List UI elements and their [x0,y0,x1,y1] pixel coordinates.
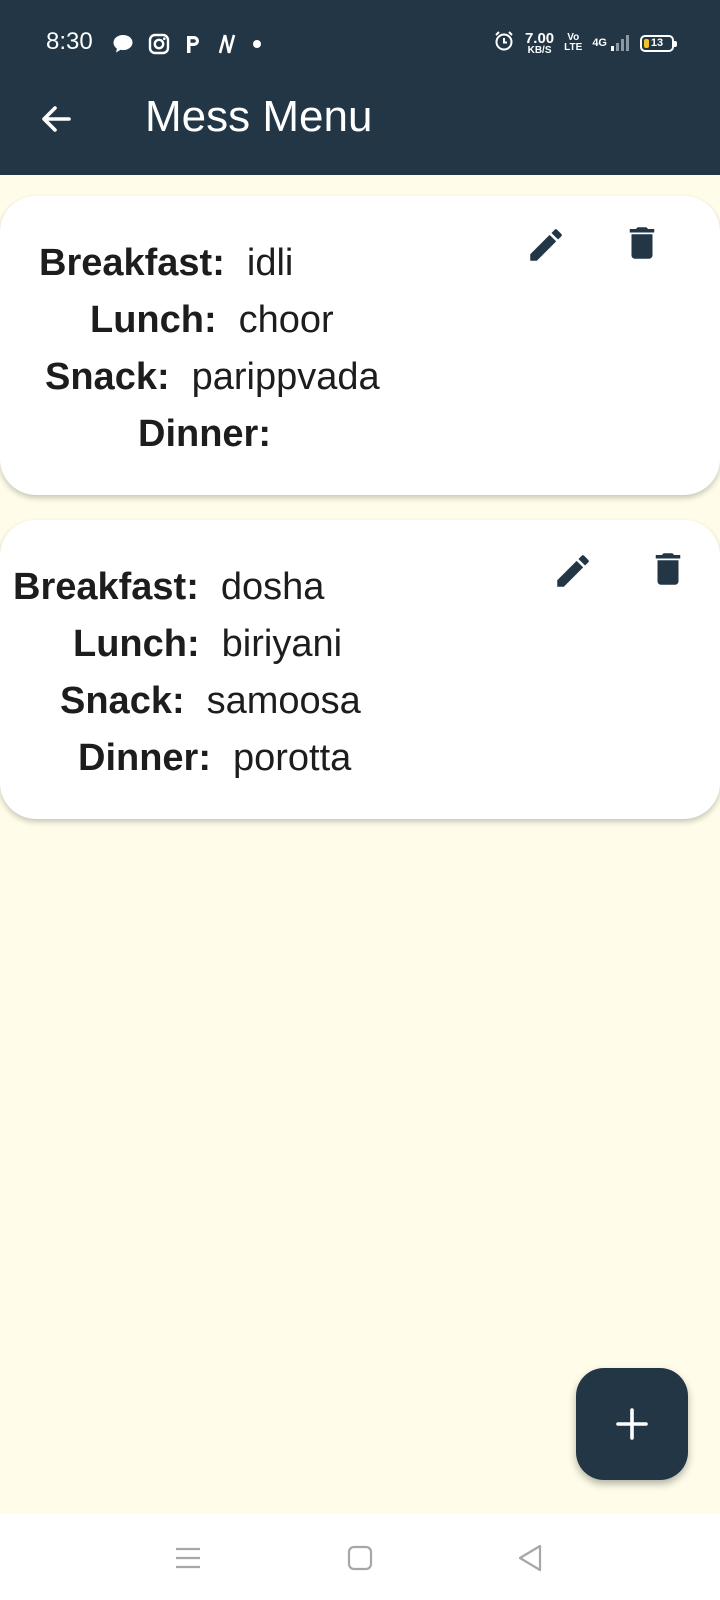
dinner-row: Dinner: [138,413,271,455]
add-menu-button[interactable] [576,1368,688,1480]
home-button[interactable] [336,1534,384,1582]
lunch-row: Lunch: biriyani [73,623,343,665]
system-back-button[interactable] [506,1534,554,1582]
signal-icon: 4G [592,34,630,52]
breakfast-value: idli [246,242,294,284]
p-app-icon [184,33,202,55]
lunch-value: biriyani [221,623,343,665]
instagram-icon [148,33,170,55]
plus-icon [616,1408,648,1440]
breakfast-row: Breakfast: idli [39,242,294,284]
menu-card: Breakfast: idli Lunch: choor Snack: parippv… [0,196,720,495]
dinner-row: Dinner: porotta [78,737,352,779]
status-bar: 8:30 7.00 KB/S Vo LTE 4G 13 [0,0,720,88]
trash-icon [629,227,655,259]
volte-indicator: Vo LTE [564,32,583,53]
delete-button[interactable] [617,218,667,268]
n-app-icon [216,33,238,55]
trash-icon [655,553,681,585]
menu-card: Breakfast: dosha Lunch: biriyani Snack: sam… [0,520,720,819]
breakfast-value: dosha [220,566,325,608]
home-square-icon [347,1545,373,1571]
edit-button[interactable] [521,220,571,270]
breakfast-row: Breakfast: dosha [13,566,325,608]
edit-button[interactable] [548,546,598,596]
system-nav-bar [0,1514,720,1600]
arrow-left-icon [42,106,71,132]
network-speed: 7.00 KB/S [524,29,555,56]
battery-icon: 13 [640,34,677,52]
alarm-icon [493,30,515,57]
menu-icon [176,1547,200,1569]
chat-bubble-icon [112,34,134,54]
system-icons: 7.00 KB/S Vo LTE 4G 13 [493,28,677,58]
lunch-row: Lunch: choor [90,299,334,341]
snack-row: Snack: samoosa [60,680,361,722]
pencil-icon [557,555,589,587]
notification-icons [112,30,262,58]
snack-value: samoosa [206,680,361,722]
pencil-icon [530,229,562,261]
delete-button[interactable] [643,544,693,594]
lunch-value: choor [238,299,334,341]
recent-apps-button[interactable] [164,1534,212,1582]
snack-row: Snack: parippvada [45,356,380,398]
back-button[interactable] [32,95,80,143]
app-bar: 8:30 7.00 KB/S Vo LTE 4G 13 Mess Menu [0,0,720,175]
status-time: 8:30 [46,28,93,55]
notification-dot-icon [252,39,262,49]
back-triangle-icon [518,1544,542,1572]
page-title: Mess Menu [145,92,373,141]
snack-value: parippvada [191,356,380,398]
dinner-value: porotta [233,737,352,779]
